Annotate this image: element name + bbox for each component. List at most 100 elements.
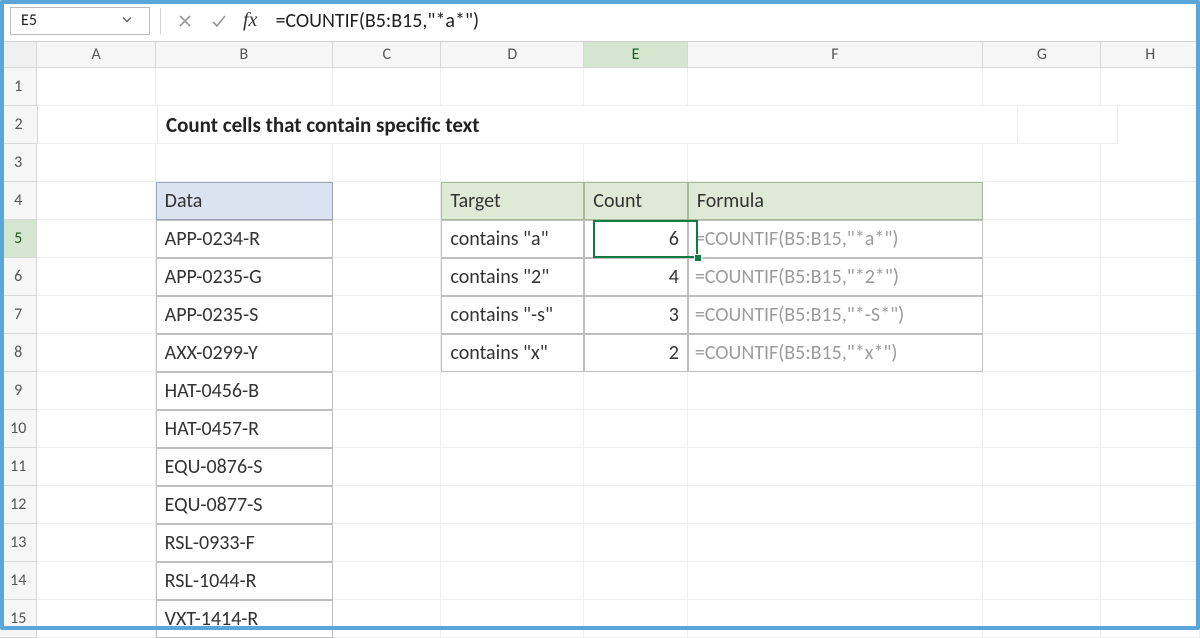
cell-B7[interactable]: APP-0235-S	[156, 296, 333, 334]
cell-E8[interactable]: 2	[584, 334, 688, 372]
cell-D11[interactable]	[441, 448, 584, 486]
cell-E14[interactable]	[584, 562, 688, 600]
cell-D7[interactable]: contains "-s"	[441, 296, 584, 334]
cell-A12[interactable]	[37, 486, 155, 524]
cell-G9[interactable]	[983, 372, 1101, 410]
cell-B12[interactable]: EQU-0877-S	[156, 486, 333, 524]
cell-D15[interactable]	[441, 600, 584, 638]
row-header-8[interactable]: 8	[0, 334, 37, 372]
cell-B11[interactable]: EQU-0876-S	[156, 448, 333, 486]
cell-C5[interactable]	[333, 220, 441, 258]
formula-input[interactable]: =COUNTIF(B5:B15,"*a*")	[267, 9, 1190, 33]
cell-F15[interactable]	[688, 600, 983, 638]
cell-B14[interactable]: RSL-1044-R	[156, 562, 333, 600]
target-header[interactable]: Target	[441, 182, 584, 220]
cell-F8[interactable]: =COUNTIF(B5:B15,"*x*")	[688, 334, 983, 372]
fx-icon[interactable]: fx	[239, 9, 261, 32]
cell-F11[interactable]	[688, 448, 983, 486]
cell-A6[interactable]	[37, 258, 155, 296]
cell-A11[interactable]	[37, 448, 155, 486]
row-header-13[interactable]: 13	[0, 524, 37, 562]
cell-H8[interactable]	[1101, 334, 1200, 372]
cell-B8[interactable]: AXX-0299-Y	[156, 334, 333, 372]
cell-B13[interactable]: RSL-0933-F	[156, 524, 333, 562]
cell-B9[interactable]: HAT-0456-B	[156, 372, 333, 410]
cell-F5[interactable]: =COUNTIF(B5:B15,"*a*")	[688, 220, 983, 258]
cell-D14[interactable]	[441, 562, 584, 600]
cell-B1[interactable]	[156, 68, 333, 106]
cell-C10[interactable]	[333, 410, 441, 448]
cell-A4[interactable]	[37, 182, 155, 220]
cell-F10[interactable]	[688, 410, 983, 448]
cell-A13[interactable]	[37, 524, 155, 562]
cell-D1[interactable]	[441, 68, 584, 106]
cell-G5[interactable]	[983, 220, 1101, 258]
cell-C9[interactable]	[333, 372, 441, 410]
cell-A1[interactable]	[37, 68, 155, 106]
col-header-F[interactable]: F	[688, 42, 984, 68]
row-header-1[interactable]: 1	[0, 68, 37, 106]
cell-F1[interactable]	[688, 68, 983, 106]
count-header[interactable]: Count	[584, 182, 688, 220]
cell-D8[interactable]: contains "x"	[441, 334, 584, 372]
cell-C1[interactable]	[333, 68, 441, 106]
select-all-corner[interactable]	[0, 42, 37, 68]
cell-G7[interactable]	[983, 296, 1101, 334]
cell-A7[interactable]	[37, 296, 155, 334]
cell-E6[interactable]: 4	[584, 258, 688, 296]
cell-G15[interactable]	[983, 600, 1101, 638]
cell-H14[interactable]	[1101, 562, 1200, 600]
cell-E1[interactable]	[584, 68, 688, 106]
row-header-7[interactable]: 7	[0, 296, 37, 334]
cell-D6[interactable]: contains "2"	[441, 258, 584, 296]
cell-C4[interactable]	[333, 182, 441, 220]
cell-A15[interactable]	[37, 600, 155, 638]
cell-A10[interactable]	[37, 410, 155, 448]
cell-H4[interactable]	[1101, 182, 1200, 220]
cell-C12[interactable]	[333, 486, 441, 524]
title-cell[interactable]: Count cells that contain specific text	[158, 106, 898, 144]
cell-E3[interactable]	[584, 144, 688, 182]
name-box[interactable]: E5	[10, 7, 150, 35]
enter-icon[interactable]	[205, 7, 233, 35]
row-header-10[interactable]: 10	[0, 410, 37, 448]
col-header-A[interactable]: A	[37, 42, 155, 68]
cell-A2[interactable]	[38, 106, 158, 144]
cell-C7[interactable]	[333, 296, 441, 334]
row-header-12[interactable]: 12	[0, 486, 37, 524]
col-header-B[interactable]: B	[156, 42, 333, 68]
cell-C14[interactable]	[333, 562, 441, 600]
chevron-down-icon[interactable]	[121, 11, 133, 30]
cell-C8[interactable]	[333, 334, 441, 372]
cell-C13[interactable]	[333, 524, 441, 562]
cell-G11[interactable]	[983, 448, 1101, 486]
cell-E12[interactable]	[584, 486, 688, 524]
cell-D13[interactable]	[441, 524, 584, 562]
cell-E11[interactable]	[584, 448, 688, 486]
col-header-D[interactable]: D	[441, 42, 584, 68]
data-header[interactable]: Data	[156, 182, 333, 220]
cell-H6[interactable]	[1101, 258, 1200, 296]
cell-H12[interactable]	[1101, 486, 1200, 524]
col-header-E[interactable]: E	[584, 42, 687, 68]
cell-H7[interactable]	[1101, 296, 1200, 334]
cell-G2[interactable]	[898, 106, 1018, 144]
cell-G3[interactable]	[983, 144, 1101, 182]
cell-A3[interactable]	[37, 144, 155, 182]
cell-F13[interactable]	[688, 524, 983, 562]
cell-G10[interactable]	[983, 410, 1101, 448]
cell-F3[interactable]	[688, 144, 983, 182]
cell-B10[interactable]: HAT-0457-R	[156, 410, 333, 448]
cell-G14[interactable]	[983, 562, 1101, 600]
row-header-6[interactable]: 6	[0, 258, 37, 296]
cell-C6[interactable]	[333, 258, 441, 296]
row-header-11[interactable]: 11	[0, 448, 37, 486]
cell-A8[interactable]	[37, 334, 155, 372]
cell-A9[interactable]	[37, 372, 155, 410]
cell-C11[interactable]	[333, 448, 441, 486]
cell-F14[interactable]	[688, 562, 983, 600]
cell-E9[interactable]	[584, 372, 688, 410]
cell-C15[interactable]	[333, 600, 441, 638]
cell-H3[interactable]	[1101, 144, 1200, 182]
cell-B15[interactable]: VXT-1414-R	[156, 600, 333, 638]
